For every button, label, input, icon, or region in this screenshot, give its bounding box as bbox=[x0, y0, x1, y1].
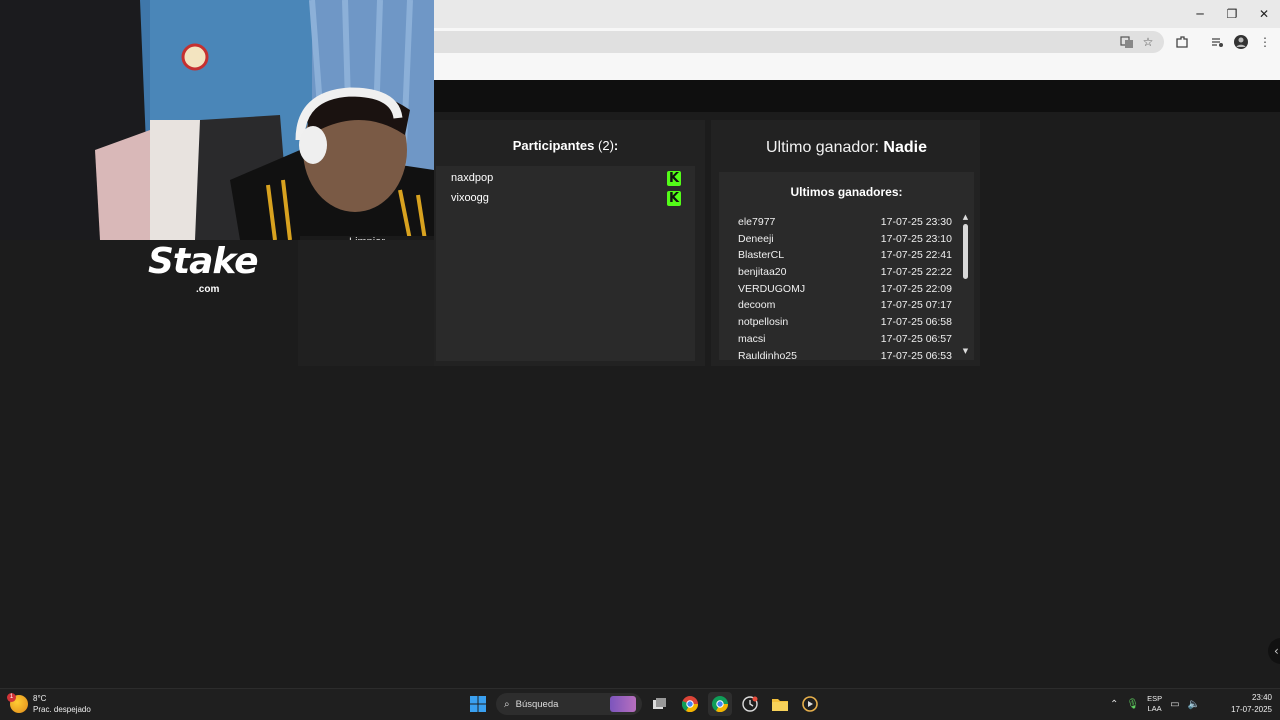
winner-date: 17-07-25 22:09 bbox=[880, 282, 952, 295]
minimize-button[interactable]: ─ bbox=[1184, 0, 1216, 28]
weather-desc: Prac. despejado bbox=[33, 705, 91, 714]
list-item: ele7977 17-07-25 23:30 bbox=[738, 214, 952, 231]
volume-icon[interactable]: 🔈 bbox=[1188, 699, 1200, 710]
last-winner-name: Nadie bbox=[883, 139, 927, 156]
last-winner: Ultimo ganador: Nadie bbox=[711, 139, 982, 157]
system-tray: ⌃ 🎙 ESP LAA ▭ 🔈 bbox=[1110, 690, 1200, 718]
winner-name: benjitaa20 bbox=[738, 266, 787, 279]
left-panel bbox=[298, 240, 434, 366]
list-item: Rauldinho25 17-07-25 06:53 bbox=[738, 348, 952, 361]
list-item: notpellosin 17-07-25 06:58 bbox=[738, 314, 952, 331]
last-winner-label: Ultimo ganador: bbox=[766, 139, 879, 156]
scroll-up-icon[interactable]: ▲ bbox=[961, 213, 970, 221]
stake-logo: Stake .com bbox=[148, 240, 266, 300]
windows-start-icon[interactable] bbox=[466, 692, 490, 716]
stake-logo-text: Stake bbox=[148, 241, 259, 282]
file-explorer-icon[interactable] bbox=[768, 692, 792, 716]
weather-widget[interactable]: 1 8°C Prac. despejado bbox=[7, 690, 110, 718]
page-header-band bbox=[434, 80, 1280, 112]
language-bottom: LAA bbox=[1147, 704, 1162, 713]
winner-date: 17-07-25 06:58 bbox=[880, 316, 952, 329]
list-item: decoom 17-07-25 07:17 bbox=[738, 297, 952, 314]
winner-name: BlasterCL bbox=[738, 249, 785, 262]
task-view-icon[interactable] bbox=[648, 692, 672, 716]
star-icon[interactable]: ☆ bbox=[1139, 33, 1157, 51]
clock-time: 23:40 bbox=[1251, 693, 1272, 702]
winner-date: 17-07-25 07:17 bbox=[880, 299, 952, 312]
weather-temp: 8°C bbox=[33, 694, 47, 703]
winner-name: ele7977 bbox=[738, 216, 776, 228]
chrome-profile-icon[interactable] bbox=[708, 692, 732, 716]
media-player-icon[interactable] bbox=[798, 692, 822, 716]
taskbar-apps: ⌕ Búsqueda bbox=[466, 690, 822, 718]
clock-date: 17-07-2025 bbox=[1231, 705, 1272, 714]
maximize-button[interactable]: ❐ bbox=[1216, 0, 1248, 28]
close-button[interactable]: ✕ bbox=[1248, 0, 1280, 28]
browser-titlebar bbox=[434, 0, 1280, 28]
winner-name: macsi bbox=[738, 332, 766, 345]
list-item: Deneeji 17-07-25 23:10 bbox=[738, 231, 952, 248]
chrome-icon[interactable] bbox=[678, 692, 702, 716]
kick-icon: K bbox=[667, 190, 681, 206]
winner-name: decoom bbox=[738, 299, 776, 312]
translate-icon[interactable] bbox=[1118, 33, 1136, 51]
winner-name: VERDUGOMJ bbox=[738, 282, 806, 295]
participants-title: Participantes (2): bbox=[434, 138, 697, 153]
winner-date: 17-07-25 22:41 bbox=[880, 249, 952, 262]
taskbar-clock[interactable]: 23:40 17-07-2025 bbox=[1222, 692, 1272, 716]
participant-name: naxdpop bbox=[451, 172, 494, 184]
list-item: macsi 17-07-25 06:57 bbox=[738, 331, 952, 348]
winner-date: 17-07-25 06:57 bbox=[880, 332, 952, 345]
weather-badge: 1 bbox=[7, 693, 16, 702]
list-item: benjitaa20 17-07-25 22:22 bbox=[738, 264, 952, 281]
scroll-thumb[interactable] bbox=[963, 224, 968, 279]
winner-name: notpellosin bbox=[738, 316, 789, 329]
address-bar[interactable] bbox=[434, 31, 1164, 53]
side-panel-toggle[interactable]: ‹ bbox=[1268, 638, 1280, 664]
list-item[interactable]: naxdpop K bbox=[451, 168, 681, 188]
weather-icon: 1 bbox=[7, 693, 28, 713]
participants-count: (2) bbox=[598, 138, 614, 153]
profile-icon[interactable] bbox=[1232, 33, 1250, 51]
stake-logo-sub: .com bbox=[196, 284, 220, 295]
language-top: ESP bbox=[1147, 694, 1163, 703]
list-item: VERDUGOMJ 17-07-25 22:09 bbox=[738, 281, 952, 298]
scroll-down-icon[interactable]: ▼ bbox=[961, 347, 970, 355]
participants-colon: : bbox=[613, 138, 619, 153]
search-icon: ⌕ bbox=[504, 698, 510, 710]
chevron-up-icon[interactable]: ⌃ bbox=[1110, 699, 1118, 710]
taskbar-search[interactable]: ⌕ Búsqueda bbox=[496, 693, 642, 715]
winner-date: 17-07-25 06:53 bbox=[880, 349, 952, 361]
search-highlight-icon bbox=[610, 696, 636, 712]
winner-name: Rauldinho25 bbox=[738, 349, 797, 361]
kick-icon: K bbox=[667, 170, 681, 186]
winner-name: Deneeji bbox=[738, 232, 774, 245]
clock-app-icon[interactable] bbox=[738, 692, 762, 716]
list-item: BlasterCL 17-07-25 22:41 bbox=[738, 247, 952, 264]
menu-icon[interactable]: ⋮ bbox=[1256, 33, 1274, 51]
winner-date: 17-07-25 22:22 bbox=[880, 266, 952, 279]
media-icon[interactable] bbox=[1208, 33, 1226, 51]
winner-date: 17-07-25 23:10 bbox=[880, 232, 952, 245]
webcam-feed bbox=[0, 0, 434, 240]
winner-date: 17-07-25 23:30 bbox=[880, 216, 952, 228]
search-placeholder: Búsqueda bbox=[515, 698, 559, 710]
extensions-icon[interactable] bbox=[1173, 33, 1191, 51]
language-indicator[interactable]: ESP LAA bbox=[1147, 694, 1162, 714]
window-controls: ─ ❐ ✕ bbox=[1184, 0, 1280, 28]
participants-list: naxdpop K vixoogg K bbox=[436, 166, 695, 361]
participant-name: vixoogg bbox=[451, 192, 489, 204]
list-item[interactable]: vixoogg K bbox=[451, 188, 681, 208]
winners-list[interactable]: ele7977 17-07-25 23:30 Deneeji 17-07-25 23… bbox=[738, 214, 952, 360]
network-icon[interactable]: ▭ bbox=[1170, 699, 1179, 710]
winners-list-title: Ultimos ganadores: bbox=[790, 185, 903, 199]
microphone-icon[interactable]: 🎙 bbox=[1126, 699, 1139, 710]
participants-title-label: Participantes bbox=[512, 138, 595, 153]
